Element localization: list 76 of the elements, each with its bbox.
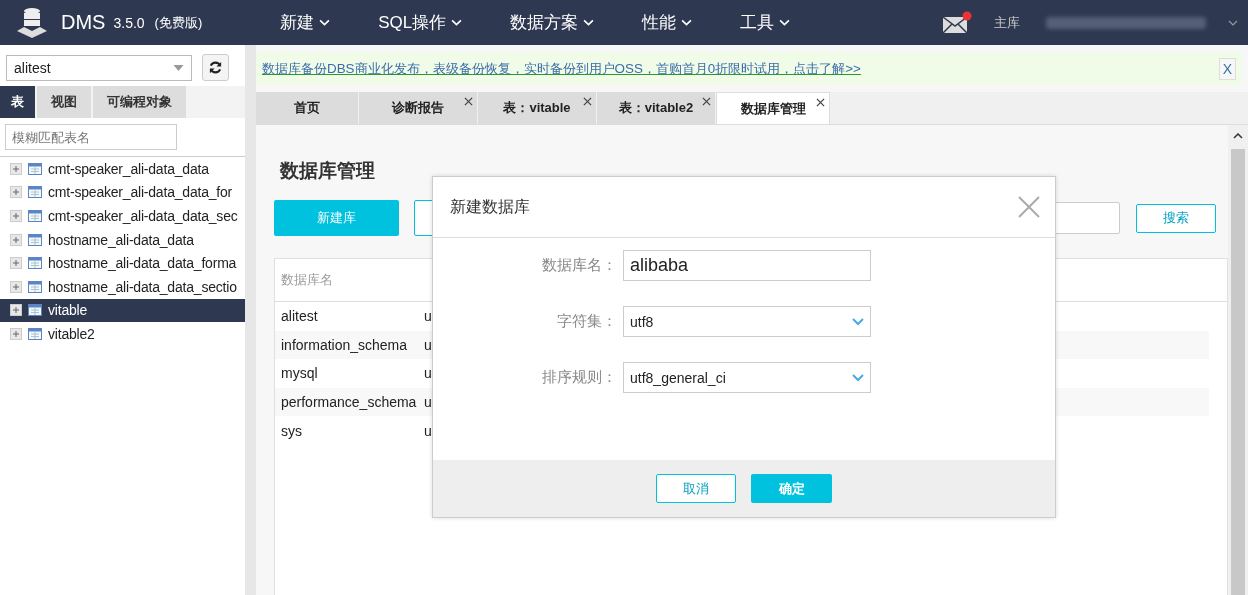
table-cell-text: information_schema <box>280 336 409 353</box>
menu-item[interactable]: 新建 <box>280 11 331 34</box>
field-label: 字符集： <box>556 312 618 331</box>
chevron-icon <box>319 19 331 26</box>
close-icon[interactable] <box>464 97 473 106</box>
table-icon <box>28 162 42 175</box>
table-icon <box>28 186 42 199</box>
table-cell-text: sys <box>280 422 303 439</box>
scrollbar-thumb[interactable] <box>1231 149 1245 595</box>
field-label: 排序规则： <box>541 368 618 387</box>
tree-item[interactable]: hostname_ali-data_data_sectio <box>0 274 245 299</box>
expand-icon[interactable] <box>10 304 22 317</box>
select-field[interactable]: utf8 <box>623 306 871 337</box>
table-icon <box>28 327 42 340</box>
name-input[interactable]: alibaba <box>623 250 871 281</box>
tab[interactable]: 表：vitable2 <box>597 92 715 124</box>
tab[interactable]: 首页 <box>256 92 358 124</box>
tree-item[interactable]: hostname_ali-data_data_forma <box>0 251 245 275</box>
dialog-title: 新建数据库 <box>450 196 530 217</box>
table-cell-text: performance_schema <box>280 394 418 411</box>
table-icon <box>28 280 42 293</box>
chevron-icon <box>451 19 463 26</box>
edition-label: (免费版) <box>154 13 203 32</box>
scroll-up-icon[interactable] <box>1233 133 1243 139</box>
table-icon <box>28 257 42 270</box>
refresh-icon <box>208 60 223 75</box>
sidebar-tab[interactable]: 视图 <box>37 86 91 118</box>
menu-item[interactable]: 性能 <box>642 11 693 34</box>
version-label: 3.5.0 <box>113 14 145 31</box>
chevron-icon <box>779 19 791 26</box>
tree-item[interactable]: hostname_ali-data_data <box>0 227 245 252</box>
table-cell: u <box>424 336 432 353</box>
close-icon[interactable] <box>816 98 825 107</box>
table-cell-text: alitest <box>280 308 319 325</box>
table-cell-text: mysql <box>280 365 319 382</box>
tree-item[interactable]: cmt-speaker_ali-data_data_sec <box>0 204 245 228</box>
table-icon <box>28 233 42 246</box>
database-select[interactable]: alitest <box>6 54 192 81</box>
dropdown-arrow-icon <box>173 64 184 71</box>
table-cell: u <box>424 422 432 439</box>
chevron-icon <box>681 19 693 26</box>
tab[interactable]: 诊断报告 <box>359 92 477 124</box>
select-field[interactable]: utf8_general_ci <box>623 362 871 393</box>
role-label: 主库 <box>994 13 1020 32</box>
tab[interactable]: 表：vitable <box>478 92 596 124</box>
table-icon <box>28 210 42 222</box>
menu-item[interactable]: SQL操作 <box>378 11 463 34</box>
page-title: 数据库管理 <box>280 159 376 183</box>
chevron-icon <box>852 317 864 326</box>
refresh-button[interactable] <box>202 54 229 81</box>
column-header: 数据库名 <box>280 271 334 289</box>
tree-item[interactable]: vitable <box>0 298 245 323</box>
table-cell: u <box>424 308 432 325</box>
table-cell: u <box>424 365 432 382</box>
tree-item[interactable]: cmt-speaker_ali-data_data_for <box>0 180 245 205</box>
table-cell: u <box>424 394 432 411</box>
menu-item[interactable]: 数据方案 <box>510 11 595 34</box>
filter-field[interactable]: 模糊匹配表名 <box>5 124 177 150</box>
tree-item[interactable]: cmt-speaker_ali-data_data <box>0 157 245 181</box>
close-icon[interactable] <box>702 97 711 106</box>
envelope-icon[interactable] <box>942 10 972 35</box>
close-icon[interactable] <box>583 97 592 106</box>
chevron-icon <box>852 373 864 382</box>
promo-link[interactable]: 数据库备份DBS商业化发布，表级备份恢复，实时备份到用户OSS，首购首月0折限时试用，点击了解>> <box>262 59 861 78</box>
menu-item[interactable]: 工具 <box>740 11 791 34</box>
caret-icon[interactable] <box>1228 19 1238 26</box>
close-button[interactable]: X <box>1218 57 1236 80</box>
database-logo-icon <box>15 5 49 40</box>
sidebar-tab[interactable]: 表 <box>0 86 35 118</box>
tree-item[interactable]: vitable2 <box>0 322 245 346</box>
table-icon <box>28 304 42 317</box>
chevron-icon <box>583 19 595 26</box>
tab[interactable]: 数据库管理 <box>716 92 830 124</box>
field-label: 数据库名： <box>541 256 618 275</box>
app-name: DMS <box>61 11 106 34</box>
sidebar-tab[interactable]: 可编程对象 <box>93 86 186 118</box>
